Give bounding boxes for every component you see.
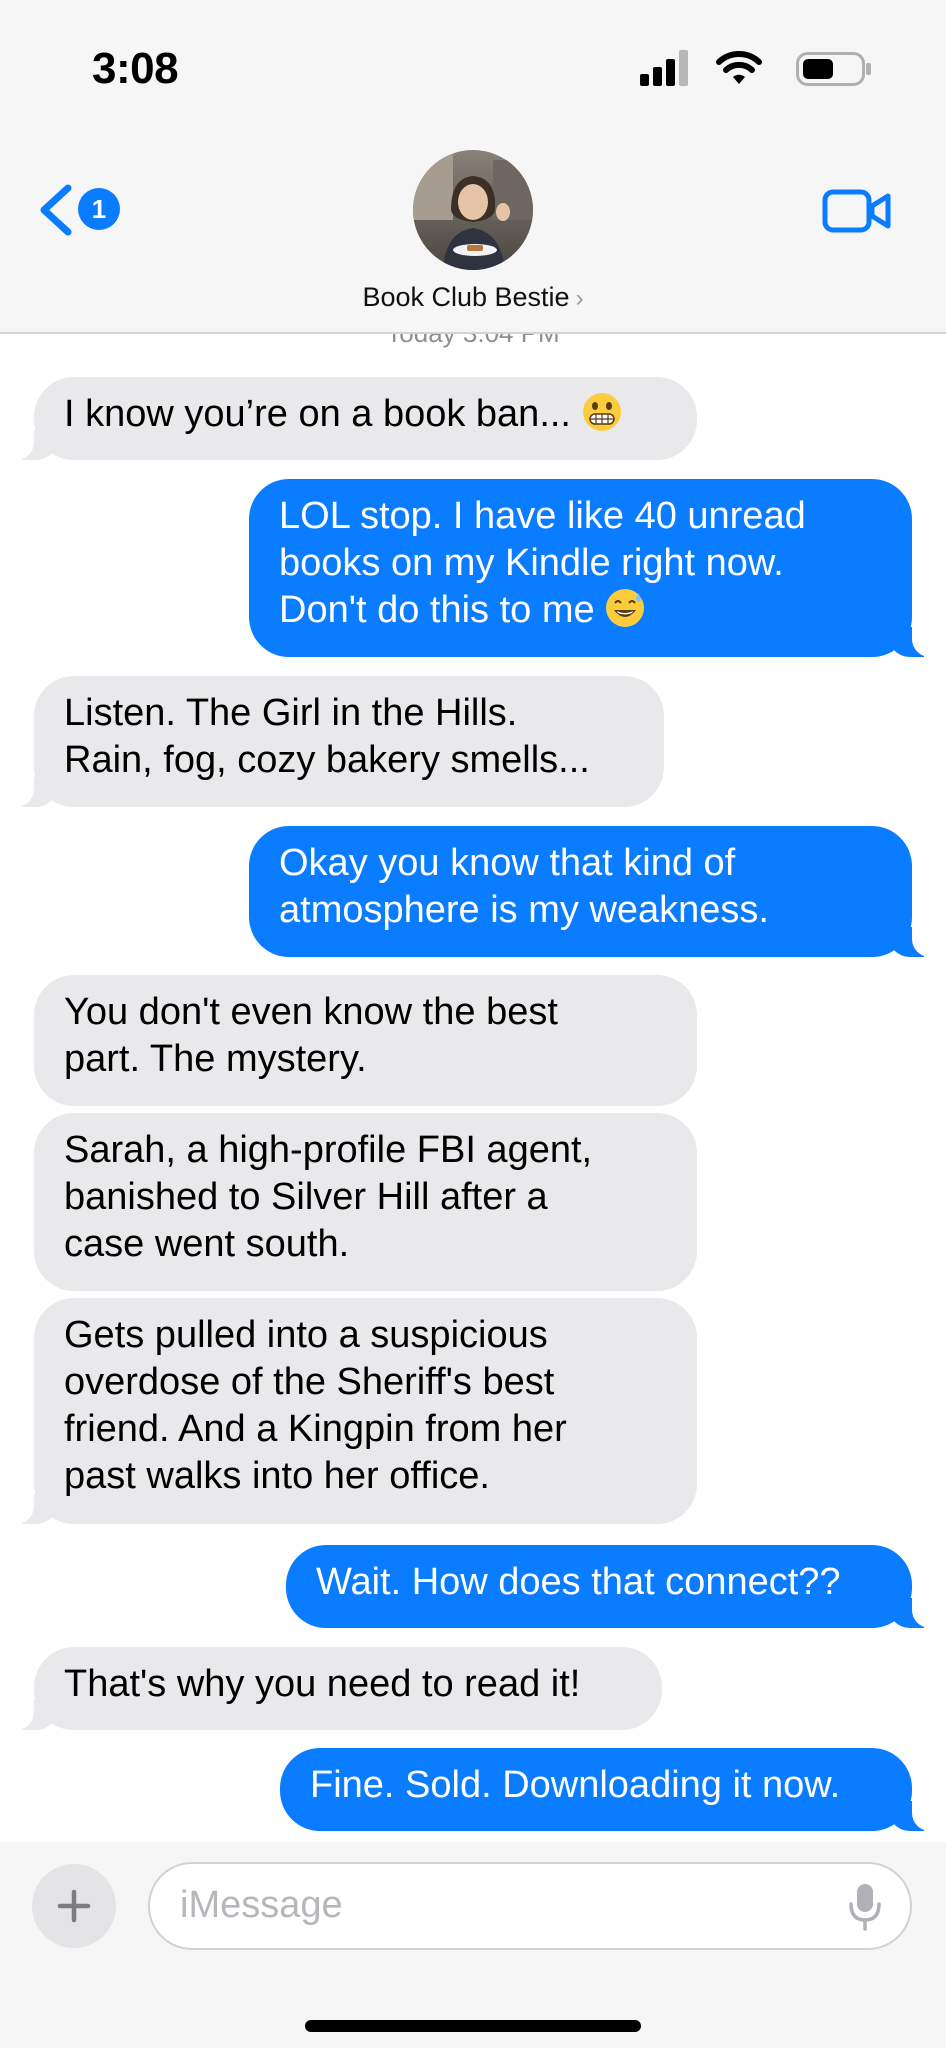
incoming-message[interactable]: Gets pulled into a suspicious overdose o… [2, 1298, 697, 1524]
contact-avatar[interactable] [413, 150, 533, 270]
unread-badge: 1 [78, 188, 158, 232]
unread-count: 1 [78, 188, 120, 230]
home-indicator[interactable] [305, 2020, 641, 2032]
input-placeholder: iMessage [180, 1884, 343, 1926]
wifi-icon [716, 51, 762, 84]
message-text: I know you’re on a book ban... [64, 393, 582, 435]
contact-name: Book Club Bestie [362, 282, 570, 312]
message-text: Sarah, a high-profile FBI agent, banishe… [64, 1129, 593, 1265]
chevron-left-icon [40, 184, 72, 236]
imessage-input[interactable]: iMessage [148, 1862, 912, 1950]
cellular-signal-icon [640, 50, 688, 86]
status-icons [612, 50, 872, 90]
message-text: You don't even know the best part. The m… [64, 991, 558, 1080]
incoming-message[interactable]: That's why you need to read it! [2, 1647, 662, 1730]
message-text: Fine. Sold. Downloading it now. [310, 1764, 841, 1806]
apps-plus-button[interactable] [32, 1864, 116, 1948]
grimacing-face-emoji-icon [582, 393, 621, 431]
outgoing-message[interactable]: Okay you know that kind of atmosphere is… [249, 826, 944, 957]
incoming-message[interactable]: Listen. The Girl in the Hills. Rain, fog… [2, 676, 664, 807]
video-call-button[interactable] [822, 188, 892, 234]
incoming-message[interactable]: Sarah, a high-profile FBI agent, banishe… [34, 1113, 697, 1291]
outgoing-message[interactable]: Fine. Sold. Downloading it now. [280, 1748, 944, 1831]
outgoing-message[interactable]: Wait. How does that connect?? [286, 1545, 944, 1628]
grinning-sweat-face-emoji-icon [606, 589, 645, 627]
message-text: Wait. How does that connect?? [316, 1561, 841, 1603]
message-text: Listen. The Girl in the Hills. Rain, fog… [64, 692, 590, 781]
status-time: 3:08 [92, 44, 179, 93]
message-composer: iMessage [0, 1842, 946, 2048]
contact-name-button[interactable]: Book Club Bestie › [0, 282, 946, 313]
contact-photo [413, 150, 533, 270]
message-text: LOL stop. I have like 40 unread books on… [279, 495, 806, 631]
microphone-icon[interactable] [848, 1882, 882, 1932]
message-text: Gets pulled into a suspicious overdose o… [64, 1314, 567, 1497]
back-button[interactable]: 1 [38, 180, 138, 240]
plus-icon [57, 1889, 91, 1923]
conversation-header: 3:08 1 Book Club Bestie › [0, 0, 946, 334]
battery-icon [796, 52, 871, 86]
message-text: That's why you need to read it! [64, 1663, 581, 1705]
chevron-right-icon: › [575, 285, 584, 312]
incoming-message[interactable]: I know you’re on a book ban... [2, 377, 697, 460]
message-text: Okay you know that kind of atmosphere is… [279, 842, 769, 931]
incoming-message[interactable]: You don't even know the best part. The m… [34, 975, 697, 1106]
outgoing-message[interactable]: LOL stop. I have like 40 unread books on… [249, 479, 944, 657]
